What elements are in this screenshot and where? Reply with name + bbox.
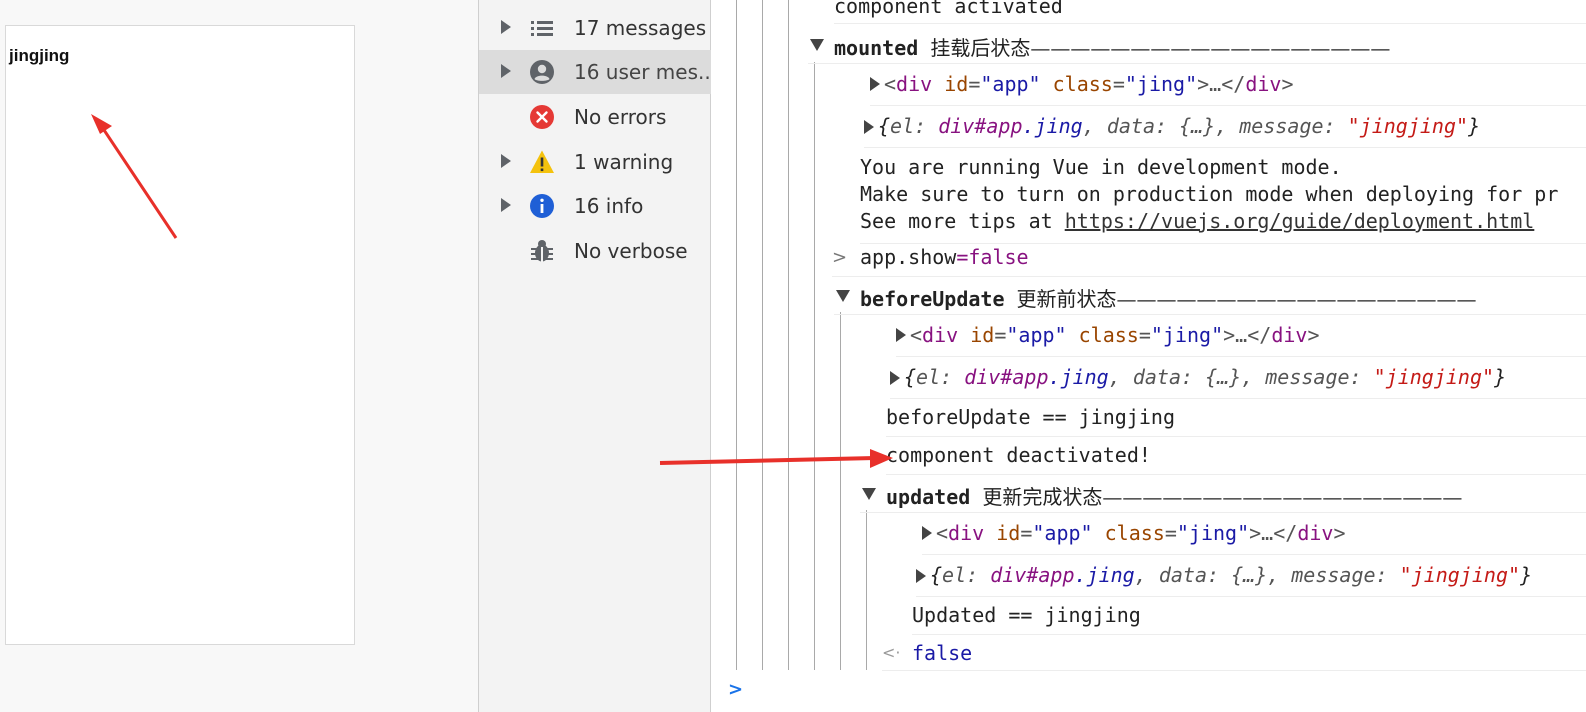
log-text: component activated [834,0,1063,18]
log-group-before-update[interactable]: beforeUpdate 更新前状态—————————————————— [834,283,1586,315]
console-sidebar: 17 messages 16 user mes... No errors 1 w… [478,0,711,712]
log-entry: component activated [834,0,1586,24]
log-text: beforeUpdate == jingjing [886,405,1175,429]
group-divider: —————————————————— [1116,287,1477,311]
expand-arrow-icon[interactable] [501,154,511,168]
console-prompt[interactable]: > [728,676,1586,706]
log-text: Updated == jingjing [912,603,1141,627]
prompt-chevron-icon: > [728,679,744,700]
sidebar-item-info[interactable]: 16 info [479,184,711,228]
log-entry-deactivated: component deactivated! [886,443,1586,475]
error-icon [530,105,554,129]
app-frame: jingjing [5,25,355,645]
log-element-node[interactable]: <div id="app" class="jing">…</div> [870,72,1586,106]
collapse-arrow-icon[interactable] [862,488,876,500]
page-preview: jingjing [0,0,478,712]
sidebar-item-user-messages[interactable]: 16 user mes... [479,50,711,94]
expand-arrow-icon[interactable] [922,526,932,540]
log-entry: Updated == jingjing [912,603,1586,635]
expand-arrow-icon[interactable] [501,20,511,34]
result-chevron-icon: <· [882,643,901,662]
expand-arrow-icon[interactable] [916,569,926,583]
group-guide [840,312,841,670]
warning-icon [530,150,554,173]
expand-arrow-icon[interactable] [890,371,900,385]
user-circle-icon [530,60,554,84]
log-group-updated[interactable]: updated 更新完成状态—————————————————— [860,481,1586,513]
console-input-entry: > app.show=false [832,245,1586,277]
group-name: mounted [834,36,919,60]
group-guide [762,0,763,670]
console-log: component activated mounted 挂载后状态———————… [712,0,1586,712]
sidebar-item-verbose[interactable]: No verbose [479,229,711,273]
log-group-mounted[interactable]: mounted 挂载后状态—————————————————— [808,32,1586,64]
collapse-arrow-icon[interactable] [810,39,824,51]
sidebar-item-label: No errors [574,105,667,129]
list-icon [531,21,553,36]
log-element-node[interactable]: <div id="app" class="jing">…</div> [922,521,1586,555]
expand-arrow-icon[interactable] [501,198,511,212]
log-object[interactable]: {el: div#app.jing, data: {…}, message: "… [890,365,1586,399]
group-guide [788,0,789,670]
group-state-cn: 挂载后状态 [930,36,1031,60]
sidebar-item-label: 17 messages [574,16,707,40]
sidebar-item-messages[interactable]: 17 messages [479,6,711,50]
log-element-node[interactable]: <div id="app" class="jing">…</div> [896,323,1586,357]
log-entry: beforeUpdate == jingjing [886,405,1586,437]
console-result-entry: <· false [882,641,1586,671]
sidebar-item-label: 1 warning [574,150,674,174]
group-state-cn: 更新完成状态 [982,485,1103,509]
app-message-text: jingjing [9,46,70,65]
log-text: component deactivated! [886,443,1151,467]
group-divider: —————————————————— [1102,485,1463,509]
group-divider: —————————————————— [1030,36,1391,60]
group-guide [814,62,815,670]
notice-line: Make sure to turn on production mode whe… [860,182,1559,206]
group-name: updated [886,485,971,509]
group-guide [736,0,737,670]
notice-line: See more tips at https://vuejs.org/guide… [860,209,1535,233]
group-name: beforeUpdate [860,287,1005,311]
bug-icon [531,240,553,262]
sidebar-item-label: No verbose [574,239,688,263]
log-vue-dev-notice: You are running Vue in development mode.… [860,154,1586,244]
info-icon [530,194,554,218]
sidebar-item-label: 16 info [574,194,644,218]
sidebar-item-label: 16 user mes... [574,60,709,84]
sidebar-item-errors[interactable]: No errors [479,95,711,139]
expand-arrow-icon[interactable] [870,77,880,91]
group-state-cn: 更新前状态 [1016,287,1117,311]
group-guide [866,510,867,670]
deployment-link[interactable]: https://vuejs.org/guide/deployment.html [1065,209,1535,233]
result-value: false [912,641,973,665]
input-chevron-icon: > [832,247,848,268]
expand-arrow-icon[interactable] [896,328,906,342]
expand-arrow-icon[interactable] [501,64,511,78]
log-object[interactable]: {el: div#app.jing, data: {…}, message: "… [864,114,1586,148]
collapse-arrow-icon[interactable] [836,290,850,302]
sidebar-item-warnings[interactable]: 1 warning [479,140,711,184]
expand-arrow-icon[interactable] [864,120,874,134]
notice-line: You are running Vue in development mode. [860,155,1342,179]
log-object[interactable]: {el: div#app.jing, data: {…}, message: "… [916,563,1586,597]
